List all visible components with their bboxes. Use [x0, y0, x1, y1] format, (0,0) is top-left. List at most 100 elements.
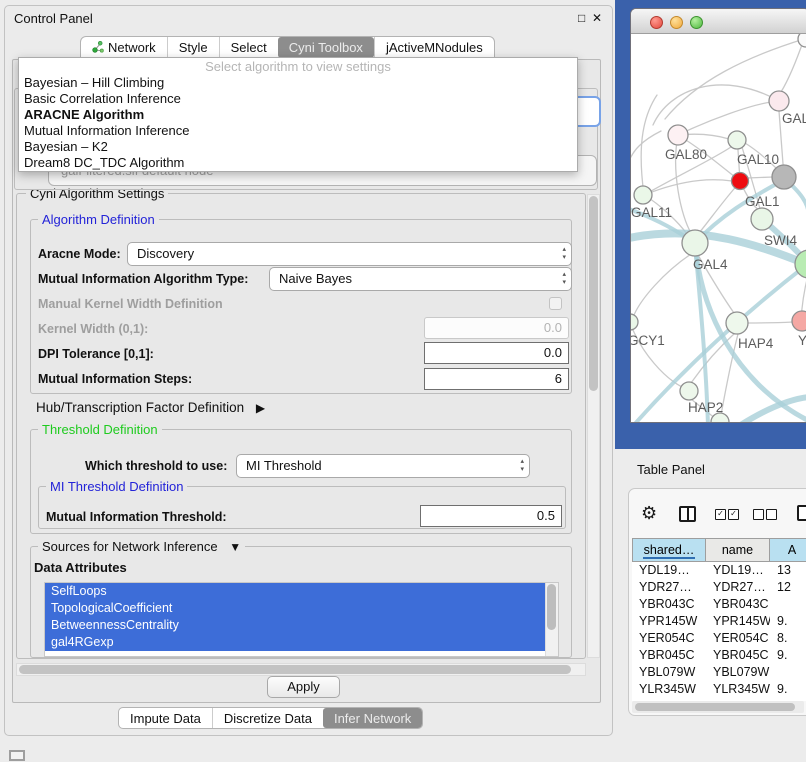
network-window[interactable]: GALGAL80GAL10GAL1SWI4GAL11GAL4GCY1HAP4YH…: [630, 8, 806, 423]
network-window-titlebar[interactable]: [631, 9, 806, 34]
which-threshold-combobox[interactable]: MI Threshold ▴▾: [236, 454, 530, 478]
column-header-label: shared…: [643, 543, 696, 559]
table-row[interactable]: YDL19…YDL19…13: [632, 562, 806, 579]
node-attribute-table[interactable]: shared… nameA YDL19…YDL19…13YDR27…YDR27…1…: [632, 538, 806, 701]
network-node-gal10[interactable]: [728, 131, 746, 149]
combo-spinner-icon: ▴▾: [520, 458, 524, 474]
sources-legend[interactable]: Sources for Network Inference ▼: [38, 539, 245, 554]
tab-impute-data[interactable]: Impute Data: [119, 708, 212, 728]
list-scrollbar-thumb[interactable]: [547, 584, 556, 630]
dropdown-option[interactable]: Basic Correlation Inference: [19, 91, 577, 107]
data-attributes-list[interactable]: SelfLoopsTopologicalCoefficientBetweenne…: [44, 582, 559, 657]
which-threshold-label: Which threshold to use:: [85, 459, 227, 473]
network-node-gal80[interactable]: [668, 125, 688, 145]
dropdown-option[interactable]: Mutual Information Inference: [19, 123, 577, 139]
table-row[interactable]: YLR345WYLR345W9.: [632, 681, 806, 698]
network-node-hap2[interactable]: [680, 382, 698, 400]
attribute-list-item[interactable]: gal4RGexp: [45, 634, 558, 651]
table-row[interactable]: YPR145WYPR145W9.: [632, 613, 806, 630]
tab-jactivemnodules[interactable]: jActiveMNodules: [374, 37, 494, 58]
network-icon: [92, 40, 104, 56]
table-row[interactable]: YBL079WYBL079W: [632, 664, 806, 681]
close-window-button[interactable]: [650, 16, 663, 29]
unselect-all-icon[interactable]: [766, 509, 777, 520]
aracne-mode-combobox[interactable]: Discovery ▴▾: [127, 242, 572, 266]
table-cell: [770, 664, 806, 681]
select-all-icon[interactable]: ✓: [728, 509, 739, 520]
column-header-name[interactable]: name: [706, 538, 770, 562]
dropdown-option[interactable]: Dream8 DC_TDC Algorithm: [19, 155, 577, 171]
table-row[interactable]: YER054CYER054C8.: [632, 630, 806, 647]
table-row[interactable]: YBR043CYBR043C: [632, 596, 806, 613]
mi-type-combobox[interactable]: Naive Bayes ▴▾: [269, 267, 572, 291]
attribute-list-item[interactable]: SelfLoops: [45, 583, 558, 600]
network-edge[interactable]: [739, 397, 806, 423]
table-cell: YBL079W: [706, 664, 770, 681]
attribute-list-item[interactable]: TopologicalCoefficient: [45, 600, 558, 617]
network-node-gcy1[interactable]: [631, 314, 638, 330]
mi-steps-field[interactable]: 6: [424, 368, 569, 390]
tab-infer-network[interactable]: Infer Network: [323, 708, 422, 728]
network-node[interactable]: [798, 34, 806, 47]
column-header-shared[interactable]: shared…: [632, 538, 706, 562]
aracne-mode-label: Aracne Mode:: [38, 247, 121, 261]
network-node[interactable]: [772, 165, 796, 189]
settings-vertical-scrollbar-thumb[interactable]: [589, 196, 598, 391]
dropdown-option[interactable]: Bayesian – K2: [19, 139, 577, 155]
network-node-gal11[interactable]: [634, 186, 652, 204]
apply-button[interactable]: Apply: [267, 676, 340, 698]
attribute-list-item[interactable]: BetweennessCentrality: [45, 617, 558, 634]
network-edge[interactable]: [634, 254, 691, 315]
select-all-icon[interactable]: ✓: [715, 509, 726, 520]
tab-style[interactable]: Style: [167, 37, 219, 58]
table-cell: YER054C: [632, 630, 706, 647]
split-column-icon[interactable]: [679, 506, 696, 522]
hub-definition-expander[interactable]: Hub/Transcription Factor Definition ▶: [36, 400, 265, 415]
tab-discretize-data[interactable]: Discretize Data: [212, 708, 323, 728]
table-cell: YDR27…: [706, 579, 770, 596]
network-node-gal[interactable]: [769, 91, 789, 111]
combo-spinner-icon: ▴▾: [562, 246, 566, 262]
tab-select[interactable]: Select: [219, 37, 278, 58]
dpi-tolerance-field[interactable]: 0.0: [424, 342, 569, 364]
tab-cyni-toolbox[interactable]: Cyni Toolbox: [278, 37, 374, 58]
dropdown-option[interactable]: ARACNE Algorithm: [19, 107, 577, 123]
tab-network[interactable]: Network: [81, 37, 167, 58]
docked-panel-icon[interactable]: [9, 750, 25, 761]
minimize-window-button[interactable]: [670, 16, 683, 29]
unselect-all-icon[interactable]: [753, 509, 764, 520]
expander-down-icon[interactable]: ▼: [229, 540, 241, 554]
settings-vertical-scrollbar[interactable]: [587, 194, 600, 658]
algorithm-definition-legend: Algorithm Definition: [38, 212, 159, 227]
column-header-A[interactable]: A: [770, 538, 806, 562]
settings-gear-icon[interactable]: ⚙: [641, 503, 657, 524]
table-cell: YER054C: [706, 630, 770, 647]
network-edge[interactable]: [781, 39, 804, 92]
zoom-window-button[interactable]: [690, 16, 703, 29]
table-row[interactable]: YDR27…YDR27…12: [632, 579, 806, 596]
network-edge[interactable]: [631, 131, 661, 161]
mi-threshold-field[interactable]: 0.5: [420, 505, 562, 527]
settings-horizontal-scrollbar[interactable]: [16, 663, 586, 676]
network-node-gal1[interactable]: [732, 173, 749, 190]
network-node-gal4[interactable]: [682, 230, 708, 256]
close-panel-icon[interactable]: ✕: [592, 11, 602, 25]
network-node-hap4[interactable]: [726, 312, 748, 334]
table-row[interactable]: YBR045CYBR045C9.: [632, 647, 806, 664]
expander-right-icon[interactable]: ▶: [256, 401, 265, 415]
network-node-swi4[interactable]: [751, 208, 773, 230]
table-cell: YPR145W: [632, 613, 706, 630]
table-horizontal-scrollbar-thumb[interactable]: [635, 703, 795, 711]
dropdown-option[interactable]: Bayesian – Hill Climbing: [19, 75, 577, 91]
network-edge[interactable]: [678, 102, 771, 135]
list-scrollbar[interactable]: [545, 583, 558, 656]
manual-kernel-checkbox[interactable]: [549, 297, 562, 310]
network-node-y[interactable]: [792, 311, 806, 331]
float-panel-icon[interactable]: □: [578, 11, 585, 25]
network-canvas[interactable]: GALGAL80GAL10GAL1SWI4GAL11GAL4GCY1HAP4YH…: [631, 34, 806, 423]
table-horizontal-scrollbar[interactable]: [632, 701, 804, 713]
network-edge[interactable]: [641, 95, 657, 195]
network-edge[interactable]: [747, 322, 793, 323]
function-builder-icon[interactable]: [797, 505, 806, 521]
settings-horizontal-scrollbar-thumb[interactable]: [19, 665, 571, 674]
